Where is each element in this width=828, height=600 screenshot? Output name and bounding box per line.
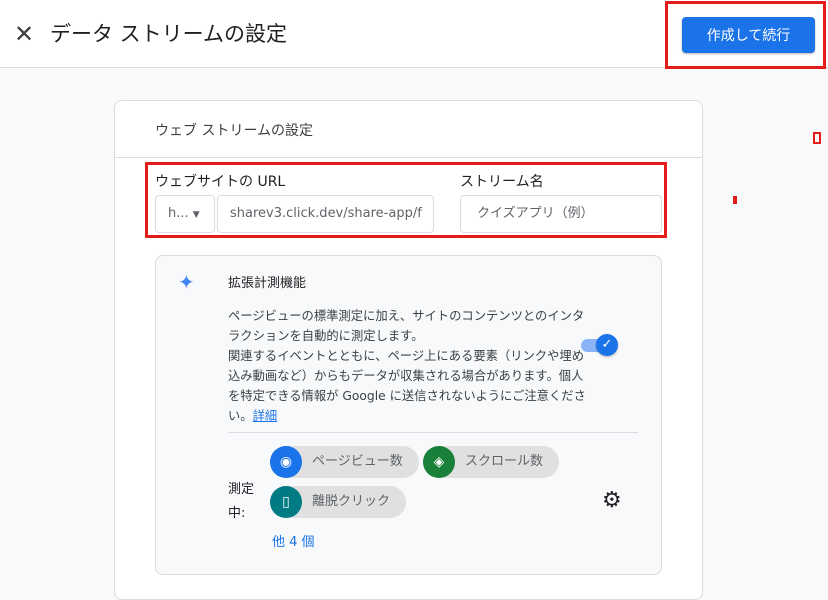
eye-icon: ◉ (270, 446, 302, 478)
desc-line-1: ページビューの標準測定に加え、サイトのコンテンツとのインタラクションを自動的に測… (228, 309, 585, 343)
page-title: データ ストリームの設定 (50, 22, 288, 46)
scroll-icon: ◈ (423, 446, 455, 478)
chip-label: ページビュー数 (312, 454, 403, 469)
chip-label: スクロール数 (465, 454, 544, 469)
chip-scrolls: ◈ スクロール数 (423, 446, 560, 478)
highlight-box (145, 162, 667, 238)
chip-label: 離脱クリック (312, 494, 391, 509)
enhanced-measurement-title: 拡張計測機能 (228, 276, 307, 291)
learn-more-link[interactable]: 詳細 (253, 409, 278, 423)
enhanced-measurement-toggle[interactable]: ✓ (581, 334, 621, 356)
check-icon: ✓ (596, 334, 618, 356)
chip-page-views: ◉ ページビュー数 (270, 446, 419, 478)
divider (115, 157, 702, 158)
measuring-label: 測定中: (228, 482, 255, 521)
sparkle-icon: ✦ (178, 270, 195, 294)
highlight-marker (733, 196, 737, 204)
enhanced-measurement-panel: ✦ 拡張計測機能 ページビューの標準測定に加え、サイトのコンテンツとのインタラク… (155, 255, 662, 575)
close-icon[interactable]: ✕ (14, 20, 34, 48)
more-link[interactable]: 他 4 個 (272, 531, 315, 550)
desc-line-2: 関連するイベントとともに、ページ上にある要素（リンクや埋め込み動画など）からもデ… (228, 349, 586, 423)
highlight-box (665, 1, 826, 69)
divider (228, 432, 638, 433)
chip-outbound-clicks: ▯ 離脱クリック (270, 486, 407, 518)
highlight-marker (813, 132, 821, 144)
gear-icon[interactable]: ⚙ (602, 488, 622, 513)
card-title: ウェブ ストリームの設定 (155, 123, 314, 139)
enhanced-measurement-description: ページビューの標準測定に加え、サイトのコンテンツとのインタラクションを自動的に測… (228, 306, 588, 426)
mouse-icon: ▯ (270, 486, 302, 518)
